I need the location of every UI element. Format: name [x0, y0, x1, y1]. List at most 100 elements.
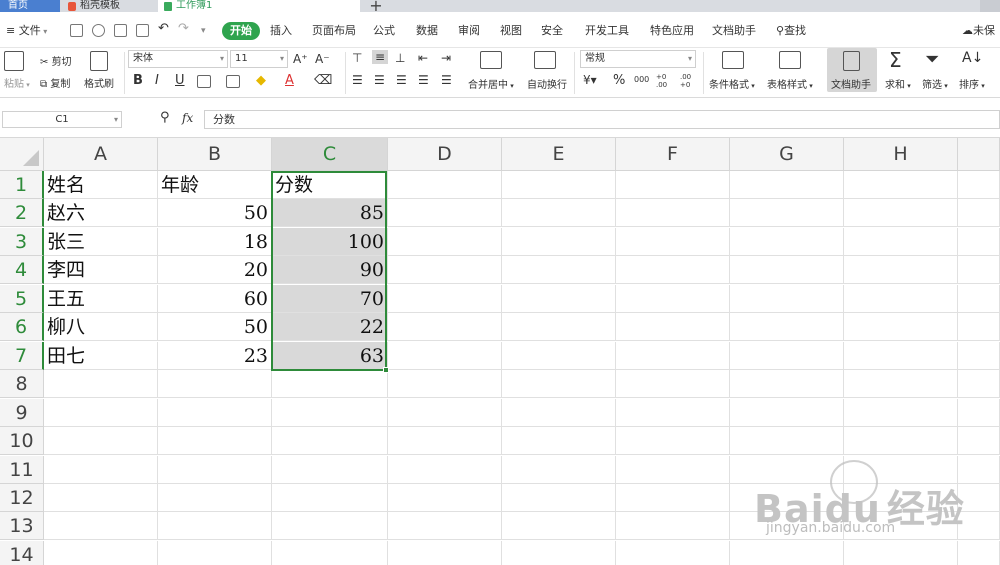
tab-doc-helper[interactable]: 文档助手	[712, 22, 756, 40]
row-header-13[interactable]: 13	[0, 512, 44, 540]
column-header-c[interactable]: C	[272, 138, 388, 171]
cell-a14[interactable]	[44, 541, 158, 565]
cell-d9[interactable]	[388, 399, 502, 427]
cell-b1[interactable]: 年龄	[158, 171, 272, 199]
cell-d1[interactable]	[388, 171, 502, 199]
cell-a10[interactable]	[44, 427, 158, 455]
cell-f1[interactable]	[616, 171, 730, 199]
cell-g8[interactable]	[730, 370, 844, 398]
column-header-b[interactable]: B	[158, 138, 272, 171]
tab-special[interactable]: 特色应用	[650, 22, 694, 40]
cell-i8[interactable]	[958, 370, 1000, 398]
row-header-14[interactable]: 14	[0, 541, 44, 565]
cell-a5[interactable]: 王五	[44, 285, 158, 313]
conditional-format-button[interactable]: 条件格式 ▾	[709, 76, 755, 91]
column-header-e[interactable]: E	[502, 138, 616, 171]
column-header-d[interactable]: D	[388, 138, 502, 171]
merge-center-button[interactable]: 合并居中 ▾	[468, 76, 514, 91]
border-icon[interactable]	[197, 75, 211, 88]
doc-helper-button[interactable]: 文档助手	[827, 48, 877, 92]
tab-developer[interactable]: 开发工具	[585, 22, 629, 40]
cell-i10[interactable]	[958, 427, 1000, 455]
tab-home[interactable]: 首页	[0, 0, 60, 12]
indent-increase-icon[interactable]: ⇥	[441, 51, 451, 65]
conditional-format-icon[interactable]	[722, 51, 744, 69]
undo-icon[interactable]: ↶	[158, 20, 169, 38]
cell-b3[interactable]: 18	[158, 228, 272, 256]
cell-i3[interactable]	[958, 228, 1000, 256]
cell-i13[interactable]	[958, 512, 1000, 540]
tab-review[interactable]: 审阅	[458, 22, 480, 40]
cell-b11[interactable]	[158, 456, 272, 484]
cell-e4[interactable]	[502, 256, 616, 284]
cell-h10[interactable]	[844, 427, 958, 455]
new-tab-button[interactable]: +	[366, 0, 386, 12]
cell-c4[interactable]: 90	[272, 256, 388, 284]
decrease-font-icon[interactable]: A⁻	[315, 52, 330, 66]
cell-g7[interactable]	[730, 342, 844, 370]
tab-start[interactable]: 开始	[222, 22, 260, 40]
number-format-select[interactable]: 常规 ▾	[580, 50, 696, 68]
cell-c8[interactable]	[272, 370, 388, 398]
cell-g6[interactable]	[730, 313, 844, 341]
cell-c10[interactable]	[272, 427, 388, 455]
cell-i7[interactable]	[958, 342, 1000, 370]
cell-b7[interactable]: 23	[158, 342, 272, 370]
row-header-7[interactable]: 7	[0, 342, 44, 370]
cell-b6[interactable]: 50	[158, 313, 272, 341]
sort-icon[interactable]: A↓	[962, 50, 983, 66]
print-icon[interactable]	[114, 24, 127, 37]
cell-a8[interactable]	[44, 370, 158, 398]
row-header-12[interactable]: 12	[0, 484, 44, 512]
cell-i4[interactable]	[958, 256, 1000, 284]
filter-button[interactable]: 筛选 ▾	[922, 76, 948, 91]
cell-e3[interactable]	[502, 228, 616, 256]
align-top-icon[interactable]: ⊤	[352, 51, 362, 65]
fill-pattern-icon[interactable]	[226, 75, 240, 88]
cell-b13[interactable]	[158, 512, 272, 540]
font-size-select[interactable]: 11 ▾	[230, 50, 288, 68]
cell-e13[interactable]	[502, 512, 616, 540]
cell-a11[interactable]	[44, 456, 158, 484]
cell-c13[interactable]	[272, 512, 388, 540]
sum-button[interactable]: 求和 ▾	[885, 76, 911, 91]
column-header-a[interactable]: A	[44, 138, 158, 171]
cell-e1[interactable]	[502, 171, 616, 199]
cell-g3[interactable]	[730, 228, 844, 256]
cell-h13[interactable]	[844, 512, 958, 540]
cell-e9[interactable]	[502, 399, 616, 427]
cell-g2[interactable]	[730, 199, 844, 227]
cell-c1[interactable]: 分数	[272, 171, 388, 199]
cut-button[interactable]: ✂ 剪切	[40, 53, 72, 68]
tab-insert[interactable]: 插入	[270, 22, 292, 40]
cell-d12[interactable]	[388, 484, 502, 512]
align-left-icon[interactable]: ☰	[352, 73, 363, 87]
cell-d3[interactable]	[388, 228, 502, 256]
italic-button[interactable]: I	[155, 73, 159, 88]
distribute-icon[interactable]: ☰	[441, 73, 452, 87]
cell-h3[interactable]	[844, 228, 958, 256]
cell-c12[interactable]	[272, 484, 388, 512]
tab-data[interactable]: 数据	[416, 22, 438, 40]
row-header-3[interactable]: 3	[0, 228, 44, 256]
cell-f7[interactable]	[616, 342, 730, 370]
cell-a2[interactable]: 赵六	[44, 199, 158, 227]
paste-icon[interactable]	[4, 51, 24, 71]
cell-h8[interactable]	[844, 370, 958, 398]
tab-formulas[interactable]: 公式	[373, 22, 395, 40]
increase-font-icon[interactable]: A⁺	[293, 52, 308, 66]
cell-i5[interactable]	[958, 285, 1000, 313]
align-middle-icon[interactable]: ≡	[372, 50, 389, 64]
cell-c5[interactable]: 70	[272, 285, 388, 313]
cell-f5[interactable]	[616, 285, 730, 313]
row-header-8[interactable]: 8	[0, 370, 44, 398]
cell-a7[interactable]: 田七	[44, 342, 158, 370]
thousands-button[interactable]: 000	[634, 75, 649, 84]
cell-f4[interactable]	[616, 256, 730, 284]
cell-c7[interactable]: 63	[272, 342, 388, 370]
cell-h12[interactable]	[844, 484, 958, 512]
cell-b9[interactable]	[158, 399, 272, 427]
font-color-icon[interactable]: A	[285, 73, 294, 88]
format-painter-button[interactable]: 格式刷	[84, 75, 114, 90]
column-header-f[interactable]: F	[616, 138, 730, 171]
